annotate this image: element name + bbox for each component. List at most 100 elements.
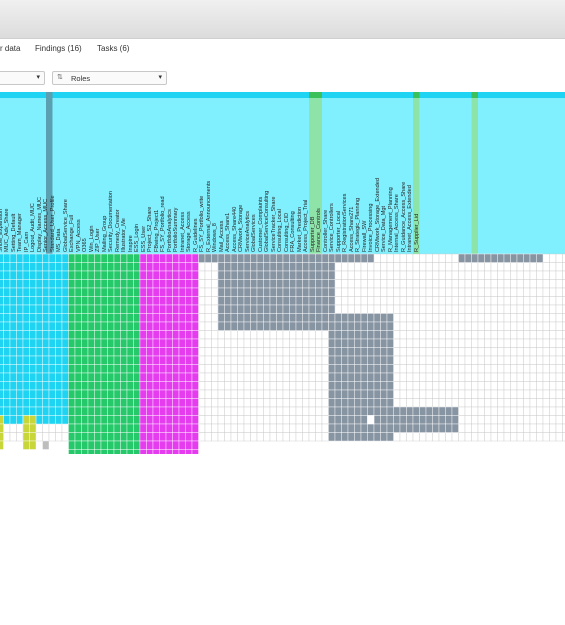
column-header-label[interactable]: GlobalServiceConsulting [264, 191, 270, 252]
matrix-cell [250, 313, 258, 323]
matrix-cell [445, 423, 453, 433]
column-header-label[interactable]: Win_Login [89, 226, 95, 252]
column-header-label[interactable]: ESS_Login [134, 224, 140, 252]
column-header-label[interactable]: ServiceTracker_Share [271, 197, 277, 252]
column-header-label[interactable]: Logout_Audit_MUC [30, 203, 36, 252]
column-header-label[interactable]: PortfolioSummary [173, 208, 179, 252]
matrix-cell [315, 347, 323, 357]
matrix-cell [211, 279, 219, 289]
matrix-cell [74, 449, 82, 454]
matrix-cell [178, 406, 186, 416]
column-header-label[interactable]: ESS_User [141, 226, 147, 252]
matrix-cell [55, 279, 63, 289]
matrix-cell [555, 381, 563, 391]
column-header-label[interactable]: Supporter_DB [310, 217, 316, 252]
column-header-label[interactable]: Illustrator_Me [121, 218, 127, 252]
tab-tasks[interactable]: Tasks (6) [97, 44, 129, 53]
column-header-label[interactable]: R_Strategic_Planning [355, 198, 361, 252]
column-header-label[interactable]: Controller_Share [323, 210, 329, 252]
column-header-label[interactable]: Consulting_Local [277, 209, 283, 252]
matrix-cell [178, 287, 186, 297]
roles-dropdown[interactable]: ⇅ Roles ▾ [52, 71, 167, 85]
column-header-label[interactable]: Storage_Access [186, 211, 192, 252]
matrix-cell [172, 389, 180, 399]
column-header-label[interactable]: IP_Cam [24, 232, 30, 252]
column-header-label[interactable]: MS_Data [56, 229, 62, 252]
column-header-label[interactable]: Access_Share271 [349, 207, 355, 252]
column-header-label[interactable]: ServiceAnalytics [245, 211, 251, 252]
matrix-cell [432, 287, 440, 297]
column-header-label[interactable]: R_External_Announcements [206, 181, 212, 252]
column-header-label[interactable]: Standard_User_Profile [50, 195, 56, 252]
column-header-label[interactable]: Setting_Default [11, 214, 17, 252]
column-header-label[interactable]: Mailing_Group [102, 216, 108, 252]
column-header-label[interactable]: R_Supplier_Lid [414, 214, 420, 252]
tab-findings[interactable]: Findings (16) [35, 44, 82, 53]
matrix-cell [243, 364, 251, 374]
column-header-label[interactable]: Consulting_CID [284, 213, 290, 252]
column-header-label[interactable]: Senior_Access_MUC [43, 199, 49, 252]
column-header-label[interactable]: Supporter_Local [336, 211, 342, 252]
matrix-cell [204, 338, 212, 348]
column-header-label[interactable]: VPN_Access [76, 219, 82, 252]
column-header-label[interactable]: GlobalServices [251, 214, 257, 252]
column-header-label[interactable]: Security_Documentation [108, 191, 114, 252]
matrix-cell [61, 406, 69, 416]
column-header-label[interactable]: Display_Names_MUC [37, 197, 43, 252]
column-header-label[interactable]: Windows_8 [212, 223, 218, 252]
column-header-label[interactable]: R_Guidance_Access_Share [401, 182, 407, 252]
column-header-label[interactable]: R_RegistrationServices [342, 194, 348, 252]
column-header-label[interactable]: Invoice_Processing [368, 203, 374, 252]
column-header-label[interactable]: R_Management_Planning [388, 187, 394, 252]
column-header-label[interactable]: Internal_Access_Share [394, 194, 400, 252]
column-header-label[interactable]: Intranet_Access [180, 212, 186, 252]
column-header-label[interactable]: FS_SY_Portfolio_write [199, 196, 205, 252]
column-header-label[interactable]: Customer_Complaints [258, 197, 264, 252]
column-header-label[interactable]: Access_Project_Trial [303, 200, 309, 252]
column-header-label[interactable]: Show_Expansion [0, 209, 4, 252]
column-header-label[interactable]: Exchange_Full [69, 215, 75, 252]
matrix-cell [29, 381, 37, 391]
column-header-label[interactable]: MUC_Adv_Share [4, 208, 10, 252]
column-header-label[interactable]: Team_Manager [17, 213, 23, 252]
matrix-cell [61, 381, 69, 391]
matrix-cell [464, 330, 472, 340]
column-header-label[interactable]: Service_Data_Mgt [381, 206, 387, 252]
column-header-label[interactable]: FBwing_Project1 [154, 210, 160, 252]
column-header-label[interactable]: Intranet_Access_Extended [407, 185, 413, 252]
column-header-label[interactable]: Project_S2_Share [147, 207, 153, 252]
column-header-label[interactable]: Access_Share440 [232, 207, 238, 252]
matrix-cell [471, 313, 479, 323]
column-header-label[interactable]: Remedy_Creator [115, 209, 121, 252]
filter-dropdown-left[interactable]: ▾ [0, 71, 45, 85]
matrix-cell [9, 398, 17, 408]
matrix-cell [380, 398, 388, 408]
matrix-cell [510, 423, 518, 433]
column-header-label[interactable]: Market_Prediction [297, 207, 303, 252]
column-header-label[interactable]: FS_SY_Portfolio_read [160, 196, 166, 252]
tab-data[interactable]: r data [0, 44, 20, 53]
column-header-label[interactable]: R_Guidelines [193, 218, 199, 252]
matrix-cell [529, 304, 537, 314]
column-header-label[interactable]: GlobalService_Share [63, 199, 69, 252]
column-header-label[interactable]: O365 [82, 238, 88, 252]
matrix-cell [126, 432, 134, 442]
matrix-cell [406, 330, 414, 340]
column-header-label[interactable]: Mail_Access [219, 221, 225, 252]
column-header-label[interactable]: PortfolioAnalytics [167, 209, 173, 252]
matrix-cell [458, 372, 466, 382]
column-header-label[interactable]: ZIP_User [95, 228, 101, 252]
matrix-cell [74, 389, 82, 399]
matrix-cell [211, 415, 219, 425]
column-header-label[interactable]: Finance_Controls [316, 208, 322, 252]
column-header-label[interactable]: CRMwork_Storage_Extended [375, 178, 381, 252]
column-header-label[interactable]: Service_Controllers [329, 203, 335, 252]
column-header-label[interactable]: Inspire [128, 235, 134, 252]
column-header-label[interactable]: Access_Share1 [225, 213, 231, 252]
column-header-label[interactable]: FRA_Consulting [290, 211, 296, 252]
matrix-cell [185, 398, 193, 408]
matrix-cell [328, 279, 336, 289]
column-header-label[interactable]: Firewall_SW [362, 221, 368, 252]
matrix-cell [133, 440, 141, 450]
column-header-label[interactable]: CRMwork_Storage [238, 205, 244, 252]
